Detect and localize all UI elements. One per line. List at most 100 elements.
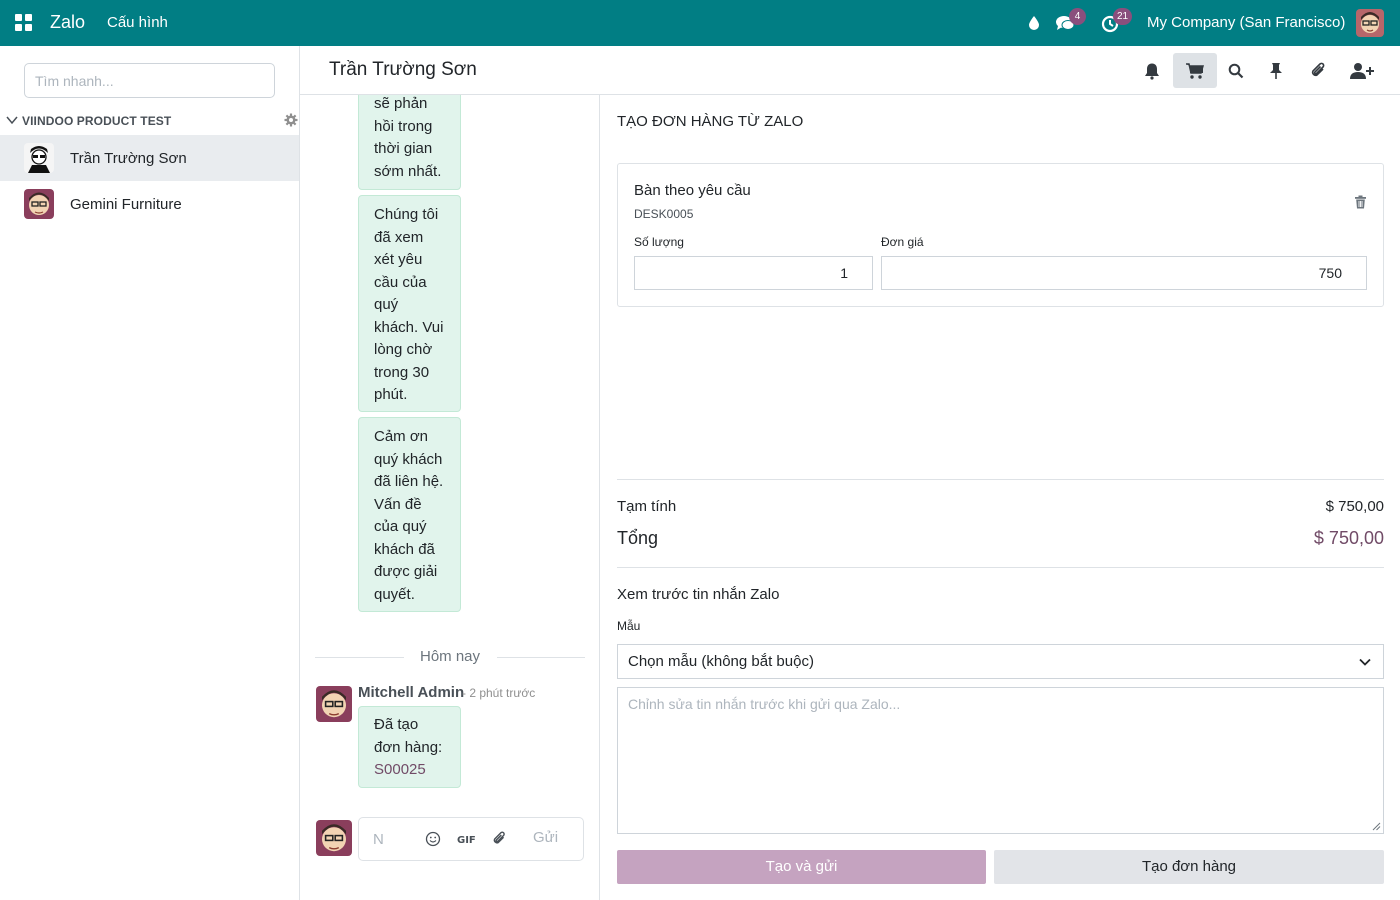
template-label: Mẫu	[617, 619, 641, 633]
message-line: trong 30	[374, 363, 430, 381]
message-line: Đã tạo	[374, 716, 419, 733]
message-line: Cảm ơn	[374, 428, 429, 445]
composer-input[interactable]	[373, 828, 403, 850]
message-line: được giải	[374, 563, 438, 580]
message-line: đơn hàng:	[374, 738, 443, 756]
bell-icon	[1145, 63, 1159, 80]
activities-badge: 21	[1113, 8, 1133, 25]
channel-group-header[interactable]: VIINDOO PRODUCT TEST	[0, 110, 300, 132]
quick-search-box[interactable]	[24, 63, 275, 98]
unit-price-label: Đơn giá	[881, 235, 924, 249]
message-thread: sẽ phản hồi trong thời gian sớm nhất. Ch…	[300, 95, 600, 900]
channel-group-label: VIINDOO PRODUCT TEST	[22, 114, 172, 128]
message-line: quyết.	[374, 585, 415, 603]
channel-name: Trần Trường Sơn	[70, 150, 187, 167]
message-line: khách. Vui	[374, 318, 444, 336]
day-separator-label: Hôm nay	[420, 648, 481, 665]
chevron-down-icon	[1359, 658, 1371, 666]
app-name[interactable]: Zalo	[50, 12, 85, 33]
channel-avatar	[24, 189, 54, 219]
add-user-icon	[1350, 62, 1374, 79]
svg-text:GIF: GIF	[457, 835, 475, 845]
message-line: hồi trong	[374, 117, 433, 135]
message-line: đã xem	[374, 228, 424, 246]
message-line: đã liên hệ.	[374, 473, 444, 490]
pinned-messages-button[interactable]	[1254, 53, 1298, 88]
message-author[interactable]: Mitchell Admin	[358, 684, 464, 701]
message-preview-title: Xem trước tin nhắn Zalo	[617, 586, 780, 603]
channel-avatar	[24, 143, 54, 173]
trash-icon[interactable]	[1354, 195, 1367, 209]
message-line: Chúng tôi	[374, 206, 439, 223]
user-avatar[interactable]	[1356, 9, 1384, 37]
message-line: xét yêu	[374, 251, 423, 268]
message-line: sẽ phản	[374, 95, 428, 112]
channel-name: Gemini Furniture	[70, 196, 182, 213]
subtotal-value: $ 750,00	[1325, 498, 1384, 515]
composer-avatar	[316, 820, 352, 856]
message-line: thời gian	[374, 140, 433, 157]
message-line: sớm nhất.	[374, 162, 442, 180]
menu-configuration[interactable]: Cấu hình	[107, 14, 168, 31]
pin-icon	[1270, 62, 1282, 79]
channel-item-tran-truong-son[interactable]: Trần Trường Sơn	[0, 135, 299, 181]
total-value: $ 750,00	[1313, 528, 1384, 548]
top-navbar: Zalo Cấu hình 4 21 My Company (San Franc…	[0, 0, 1400, 46]
message-bubble: sẽ phản hồi trong thời gian sớm nhất.	[358, 95, 461, 190]
day-separator: Hôm nay	[315, 645, 585, 669]
quantity-input[interactable]	[635, 257, 872, 289]
messages-badge: 4	[1069, 8, 1086, 25]
message-line: quý khách	[374, 450, 443, 468]
attachments-button[interactable]	[1297, 53, 1341, 88]
total-label: Tổng	[617, 528, 659, 548]
message-line: Vấn đề	[374, 495, 422, 513]
notification-button[interactable]	[1130, 53, 1174, 88]
quantity-label: Số lượng	[634, 235, 684, 249]
order-reference-link[interactable]: S00025	[374, 759, 445, 782]
message-line: quý	[374, 296, 399, 313]
company-switcher[interactable]: My Company (San Francisco)	[1147, 14, 1345, 31]
quick-search-input[interactable]	[25, 64, 274, 97]
quantity-field	[634, 256, 873, 290]
message-line: phút.	[374, 386, 408, 403]
order-line-card: Bàn theo yêu cầu DESK0005 Số lượng Đơn g…	[617, 163, 1384, 307]
divider	[617, 567, 1384, 568]
unit-price-field	[881, 256, 1367, 290]
template-select-value: Chọn mẫu (không bắt buộc)	[628, 653, 814, 670]
send-button[interactable]: Gửi	[533, 829, 558, 846]
channel-sidebar: VIINDOO PRODUCT TEST Trần Trường Sơn Gem…	[0, 46, 300, 900]
message-bubble: Chúng tôi đã xem xét yêu cầu của quý khá…	[358, 195, 461, 412]
message-date: - 2 phút trước	[462, 686, 536, 700]
create-order-submit-button[interactable]: Tạo đơn hàng	[994, 850, 1384, 884]
emoji-icon[interactable]	[425, 831, 441, 847]
unit-price-input[interactable]	[882, 257, 1366, 289]
create-and-send-button[interactable]: Tạo và gửi	[617, 850, 986, 884]
template-select[interactable]: Chọn mẫu (không bắt buộc)	[617, 644, 1384, 679]
separator-line	[315, 657, 404, 658]
chat-title: Trần Trường Sơn	[329, 59, 477, 80]
add-member-button[interactable]	[1340, 53, 1384, 88]
product-name: Bàn theo yêu cầu	[634, 182, 751, 199]
create-order-button[interactable]	[1173, 53, 1217, 88]
search-messages-button[interactable]	[1214, 53, 1258, 88]
paperclip-icon[interactable]	[492, 831, 508, 847]
gif-icon[interactable]: GIF	[457, 833, 475, 845]
author-avatar[interactable]	[316, 686, 352, 722]
message-textarea[interactable]	[618, 688, 1383, 833]
message-composer: GIF Gửi	[358, 817, 584, 861]
shopping-cart-icon	[1186, 62, 1204, 79]
message-editor	[617, 687, 1384, 834]
water-drop-icon[interactable]	[1023, 12, 1045, 34]
apps-grid-icon[interactable]	[15, 14, 32, 31]
message-bubble: Cảm ơn quý khách đã liên hệ. Vấn đề của …	[358, 417, 461, 612]
message-line: cầu của	[374, 273, 427, 291]
panel-title: TẠO ĐƠN HÀNG TỪ ZALO	[617, 113, 804, 130]
channel-item-gemini-furniture[interactable]: Gemini Furniture	[0, 181, 299, 227]
gear-icon[interactable]	[284, 113, 298, 127]
resize-grip-icon[interactable]	[1371, 821, 1381, 831]
message-bubble: Đã tạo đơn hàng: S00025	[358, 706, 461, 788]
chevron-down-icon[interactable]	[6, 114, 18, 126]
message-line: của quý	[374, 518, 427, 535]
create-order-panel: TẠO ĐƠN HÀNG TỪ ZALO Bàn theo yêu cầu DE…	[601, 95, 1400, 900]
search-icon	[1228, 63, 1244, 78]
